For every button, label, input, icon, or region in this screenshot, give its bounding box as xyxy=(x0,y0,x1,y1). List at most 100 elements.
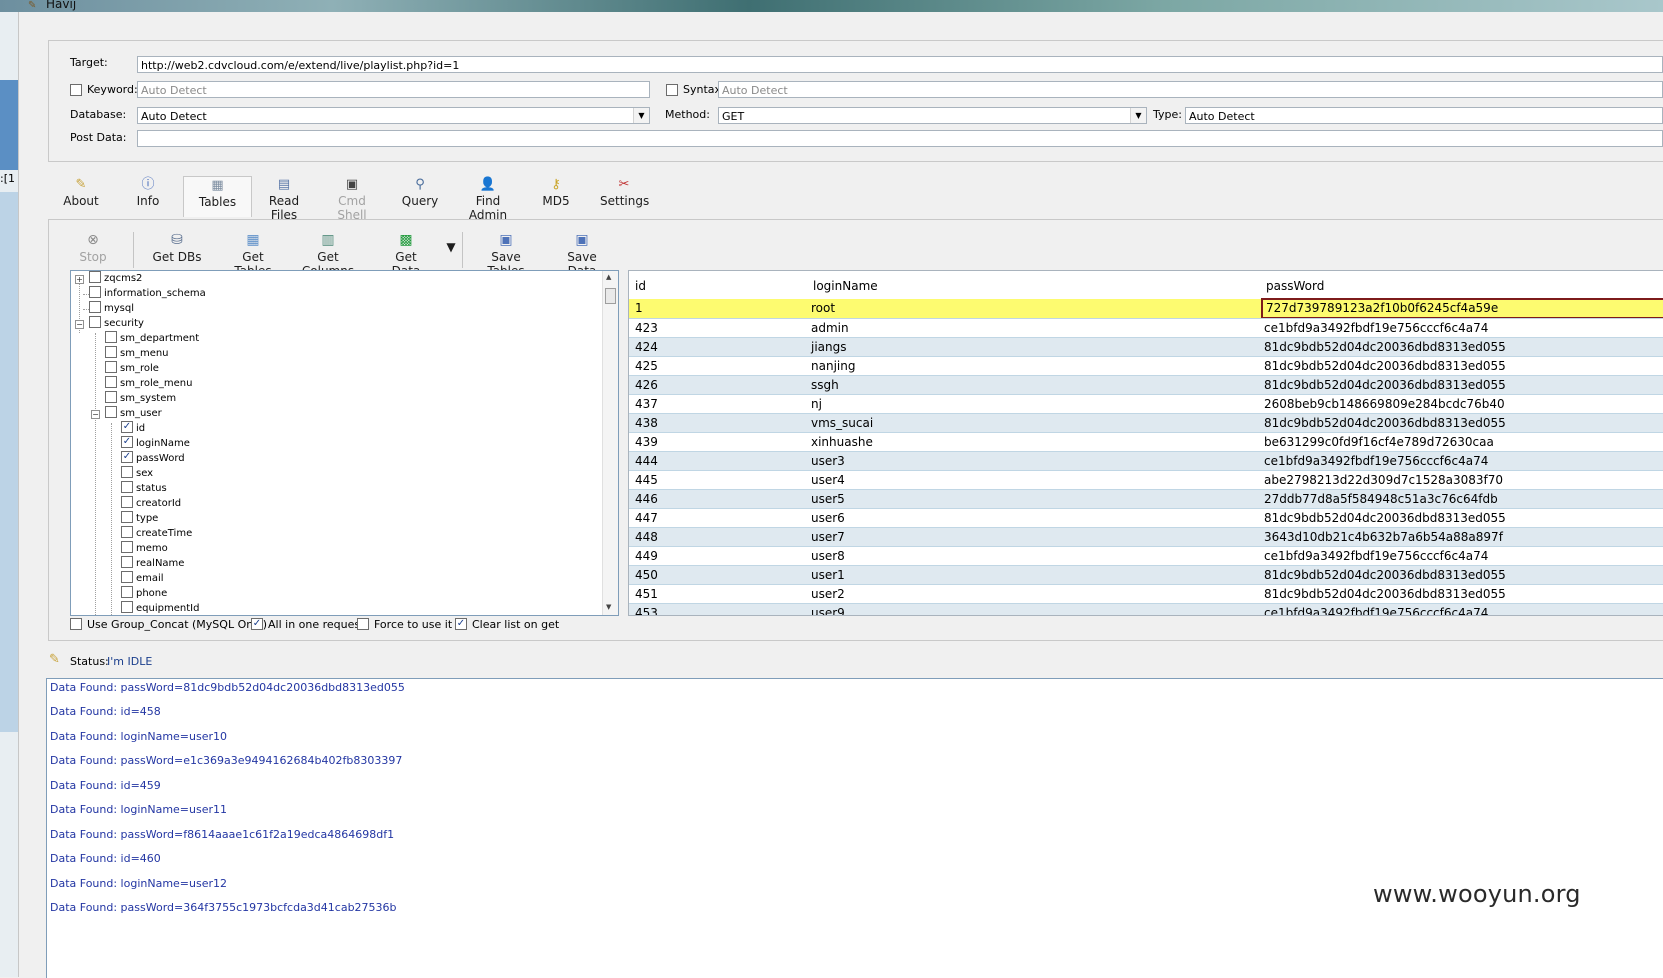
tree-table-sm-role[interactable]: sm_role xyxy=(105,361,159,376)
column-header[interactable]: id xyxy=(635,279,646,293)
chevron-down-icon[interactable]: ▼ xyxy=(633,108,649,123)
table-row[interactable]: 1 root 727d739789123a2f10b0f6245cf4a59e xyxy=(629,298,1663,319)
tree-db-mysql[interactable]: mysql xyxy=(89,301,134,316)
tree-column-createtime[interactable]: createTime xyxy=(121,526,192,541)
table-row[interactable]: 424 jiangs 81dc9bdb52d04dc20036dbd8313ed05… xyxy=(629,337,1663,357)
tree-scrollbar[interactable]: ▲ ▼ xyxy=(602,271,618,615)
tree-table-sm-department[interactable]: sm_department xyxy=(105,331,199,346)
tree-checkbox[interactable] xyxy=(121,526,133,538)
table-row[interactable]: 439 xinhuashe be631299c0fd9f16cf4e789d7263… xyxy=(629,432,1663,452)
syntax-checkbox[interactable] xyxy=(666,84,678,96)
checkbox[interactable] xyxy=(70,618,82,630)
tree-column-realname[interactable]: realName xyxy=(121,556,184,571)
tree-checkbox[interactable] xyxy=(105,361,117,373)
table-row[interactable]: 453 user9 ce1bfd9a3492fbdf19e756cccf6c4a74 xyxy=(629,603,1663,615)
table-row[interactable]: 449 user8 ce1bfd9a3492fbdf19e756cccf6c4a74 xyxy=(629,546,1663,566)
tree-column-loginname[interactable]: ✓ loginName xyxy=(121,436,190,451)
tree-db-zqcms2[interactable]: zqcms2 xyxy=(89,271,142,286)
tree-column-status[interactable]: status xyxy=(121,481,167,496)
tree-column-sex[interactable]: sex xyxy=(121,466,153,481)
table-row[interactable]: 437 nj 2608beb9cb148669809e284bcdc76b40 xyxy=(629,394,1663,414)
read-files-button[interactable]: ▤ Read Files xyxy=(254,176,314,222)
clear-list-option[interactable]: ✓ Clear list on get xyxy=(455,618,559,631)
query-button[interactable]: ⚲ Query xyxy=(400,176,440,214)
table-row[interactable]: 423 admin ce1bfd9a3492fbdf19e756cccf6c4a74 xyxy=(629,318,1663,338)
table-row[interactable]: 438 vms_sucai 81dc9bdb52d04dc20036dbd8313e… xyxy=(629,413,1663,433)
tree-checkbox[interactable] xyxy=(121,511,133,523)
tree-checkbox-checked[interactable]: ✓ xyxy=(121,436,133,448)
all-in-one-option[interactable]: ✓ All in one request. xyxy=(251,618,368,631)
scroll-down-icon[interactable]: ▼ xyxy=(606,603,611,611)
tree-checkbox[interactable] xyxy=(121,601,133,613)
settings-button[interactable]: ✂ Settings xyxy=(600,176,649,214)
scroll-thumb[interactable] xyxy=(605,288,616,304)
tree-column-email[interactable]: email xyxy=(121,571,164,586)
syntax-input[interactable]: Auto Detect xyxy=(718,81,1663,98)
log-output[interactable]: Data Found: passWord=81dc9bdb52d04dc2003… xyxy=(46,678,1663,978)
expand-icon[interactable]: + xyxy=(75,275,84,284)
database-select[interactable]: Auto Detect ▼ xyxy=(137,107,650,124)
tree-table-sm-system[interactable]: sm_system xyxy=(105,391,176,406)
scroll-up-icon[interactable]: ▲ xyxy=(606,273,611,281)
tree-checkbox[interactable] xyxy=(89,286,101,298)
checkbox[interactable] xyxy=(357,618,369,630)
table-row[interactable]: 447 user6 81dc9bdb52d04dc20036dbd8313ed055 xyxy=(629,508,1663,528)
table-row[interactable]: 426 ssgh 81dc9bdb52d04dc20036dbd8313ed055 xyxy=(629,375,1663,395)
stop-button[interactable]: ⊗ Stop xyxy=(77,230,109,264)
method-select[interactable]: GET ▼ xyxy=(718,107,1147,124)
chevron-down-icon[interactable]: ▼ xyxy=(1130,108,1146,123)
tree-checkbox[interactable] xyxy=(105,346,117,358)
table-row[interactable]: 446 user5 27ddb77d8a5f584948c51a3c76c64fdb xyxy=(629,489,1663,509)
target-input[interactable]: http://web2.cdvcloud.com/e/extend/live/p… xyxy=(137,56,1663,73)
tree-checkbox[interactable] xyxy=(105,406,117,418)
table-row[interactable]: 450 user1 81dc9bdb52d04dc20036dbd8313ed055 xyxy=(629,565,1663,585)
results-grid[interactable]: id loginName passWord 1 root 727d739789123… xyxy=(628,270,1663,616)
tree-column-password[interactable]: ✓ passWord xyxy=(121,451,185,466)
tree-checkbox[interactable] xyxy=(121,496,133,508)
force-option[interactable]: Force to use it xyxy=(357,618,452,631)
db-tree[interactable]: + zqcms2 information_schema mysql − secu… xyxy=(70,270,619,616)
tree-checkbox[interactable] xyxy=(121,586,133,598)
md5-button[interactable]: ⚷ MD5 xyxy=(540,176,572,214)
tree-column-phone[interactable]: phone xyxy=(121,586,167,601)
tree-column-creatorid[interactable]: creatorId xyxy=(121,496,181,511)
get-data-dropdown[interactable]: ▼ xyxy=(444,240,458,254)
checkbox-checked[interactable]: ✓ xyxy=(251,618,263,630)
tree-checkbox[interactable] xyxy=(121,481,133,493)
info-button[interactable]: ⓘ Info xyxy=(130,176,166,214)
tree-checkbox[interactable] xyxy=(105,391,117,403)
collapse-icon[interactable]: − xyxy=(91,410,100,419)
about-button[interactable]: ✎ About xyxy=(60,176,102,214)
tree-checkbox[interactable] xyxy=(121,466,133,478)
type-select[interactable]: Auto Detect xyxy=(1185,107,1663,124)
tree-checkbox[interactable] xyxy=(89,271,101,283)
checkbox-checked[interactable]: ✓ xyxy=(455,618,467,630)
tree-column-type[interactable]: type xyxy=(121,511,158,526)
postdata-input[interactable] xyxy=(137,130,1663,147)
keyword-input[interactable]: Auto Detect xyxy=(137,81,650,98)
table-row[interactable]: 445 user4 abe2798213d22d309d7c1528a3083f70 xyxy=(629,470,1663,490)
tree-checkbox[interactable] xyxy=(121,541,133,553)
tree-checkbox[interactable] xyxy=(89,301,101,313)
tree-column-equipmentid[interactable]: equipmentId xyxy=(121,601,199,615)
keyword-checkbox[interactable] xyxy=(70,84,82,96)
tree-checkbox-checked[interactable]: ✓ xyxy=(121,421,133,433)
group-concat-option[interactable]: Use Group_Concat (MySQL Only) xyxy=(70,618,267,631)
tree-checkbox[interactable] xyxy=(121,571,133,583)
cmd-shell-button[interactable]: ▣ Cmd Shell xyxy=(322,176,382,222)
tree-checkbox[interactable] xyxy=(121,556,133,568)
tree-column-id[interactable]: ✓ id xyxy=(121,421,145,436)
collapse-icon[interactable]: − xyxy=(75,320,84,329)
table-row[interactable]: 444 user3 ce1bfd9a3492fbdf19e756cccf6c4a74 xyxy=(629,451,1663,471)
tree-checkbox[interactable] xyxy=(105,376,117,388)
tree-checkbox[interactable] xyxy=(105,331,117,343)
tree-column-memo[interactable]: memo xyxy=(121,541,168,556)
table-row[interactable]: 425 nanjing 81dc9bdb52d04dc20036dbd8313ed0… xyxy=(629,356,1663,376)
tree-table-sm-role-menu[interactable]: sm_role_menu xyxy=(105,376,192,391)
tree-table-sm-menu[interactable]: sm_menu xyxy=(105,346,169,361)
table-row[interactable]: 448 user7 3643d10db21c4b632b7a6b54a88a897f xyxy=(629,527,1663,547)
column-header[interactable]: loginName xyxy=(813,279,878,293)
tree-db-security[interactable]: security xyxy=(89,316,144,331)
tree-checkbox-checked[interactable]: ✓ xyxy=(121,451,133,463)
get-dbs-button[interactable]: ⛁ Get DBs xyxy=(152,230,202,264)
